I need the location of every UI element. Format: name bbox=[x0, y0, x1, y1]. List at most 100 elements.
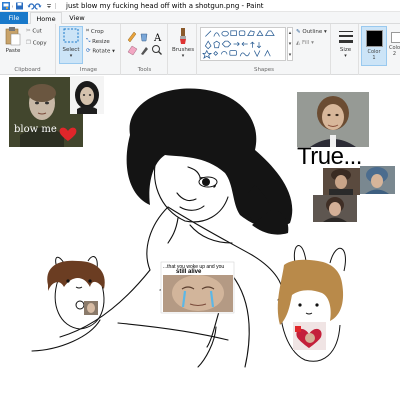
oval-shape-icon bbox=[221, 30, 229, 37]
select-button[interactable]: Select ▾ bbox=[59, 26, 83, 64]
right-triangle-shape-icon bbox=[264, 30, 275, 36]
resize-icon: ⤡ bbox=[86, 38, 91, 44]
small-photo-2 bbox=[360, 166, 395, 194]
small-photo-1 bbox=[323, 168, 360, 195]
window-title: just blow my fucking head off with a sho… bbox=[66, 2, 264, 10]
fill-dropdown[interactable]: ◭ Fill ▾ bbox=[296, 40, 314, 46]
arrow-up-shape-icon bbox=[250, 41, 255, 48]
clipboard-group-label: Clipboard bbox=[14, 67, 41, 73]
size-dropdown-icon[interactable]: ▾ bbox=[334, 53, 357, 59]
shapes-scroll[interactable]: ▴ ▾ ▾ bbox=[287, 27, 293, 61]
crop-button[interactable]: ⌗ Crop bbox=[86, 28, 104, 35]
brushes-button[interactable]: Brushes ▾ bbox=[171, 27, 195, 59]
copy-icon: ❐ bbox=[26, 40, 31, 46]
outline-icon: ✎ bbox=[296, 29, 301, 35]
color1-number: 1 bbox=[372, 55, 376, 61]
scissors-icon: ✂ bbox=[26, 28, 31, 34]
tab-view[interactable]: View bbox=[64, 12, 90, 24]
undo-icon[interactable] bbox=[27, 3, 35, 10]
arrow-right-shape-icon bbox=[233, 41, 240, 47]
color1-swatch bbox=[365, 30, 383, 47]
text-tool-icon[interactable]: A bbox=[153, 33, 162, 44]
tab-file[interactable]: File bbox=[0, 12, 28, 24]
rounded-rectangle-shape-icon bbox=[238, 30, 246, 36]
rotate-button[interactable]: ⟳ Rotate ▾ bbox=[86, 48, 115, 55]
clipboard-group: Paste ✂ Cut ❐ Copy Clipboard bbox=[0, 24, 56, 75]
quick-access-toolbar[interactable] bbox=[2, 2, 66, 10]
color2-swatch bbox=[391, 32, 400, 43]
tools-group-label: Tools bbox=[137, 67, 152, 73]
brush-icon bbox=[180, 28, 186, 44]
line-shape-icon bbox=[205, 30, 212, 37]
select-dropdown-icon[interactable]: ▾ bbox=[60, 53, 82, 59]
rotate-dropdown-icon[interactable]: ▾ bbox=[112, 49, 115, 55]
fill-label: Fill bbox=[301, 40, 310, 46]
customize-toolbar-icon[interactable] bbox=[47, 4, 51, 8]
menu-tabs: File Home View bbox=[0, 12, 400, 25]
lightning-shape-icon bbox=[253, 50, 261, 58]
rectangle-shape-icon bbox=[230, 30, 237, 36]
svg-text:A: A bbox=[153, 33, 162, 44]
canvas-drawing bbox=[9, 76, 395, 368]
bunny-face bbox=[298, 303, 319, 315]
resize-button[interactable]: ⤡ Resize bbox=[86, 38, 110, 45]
fill-bucket-icon[interactable] bbox=[140, 33, 148, 42]
save-icon[interactable] bbox=[16, 2, 23, 10]
tools-group: A Tools bbox=[122, 24, 168, 75]
crop-label: Crop bbox=[90, 29, 104, 35]
callout-shape-icon bbox=[220, 51, 228, 55]
small-photo-3 bbox=[313, 195, 357, 222]
outline-label: Outline bbox=[302, 29, 323, 35]
paste-button[interactable]: Paste bbox=[2, 26, 24, 54]
copy-label: Copy bbox=[32, 40, 47, 47]
eraser-icon[interactable] bbox=[127, 45, 138, 56]
fill-dropdown-icon: ▾ bbox=[311, 40, 314, 46]
heart-shape-icon bbox=[264, 49, 271, 57]
tools-grid: A bbox=[127, 31, 162, 56]
image-group-label: Image bbox=[79, 67, 98, 73]
outline-dropdown-icon: ▾ bbox=[324, 29, 327, 35]
four-point-star-icon bbox=[213, 50, 219, 56]
paste-label: Paste bbox=[5, 48, 21, 54]
magnifier-icon[interactable] bbox=[152, 45, 162, 55]
redo-icon[interactable] bbox=[34, 3, 42, 10]
hexagon-shape-icon bbox=[221, 40, 232, 48]
true-caption: True... bbox=[297, 143, 362, 170]
shapes-group: ▴ ▾ ▾ ✎ Outline ▾ ◭ Fill ▾ Shapes bbox=[198, 24, 331, 75]
select-icon bbox=[63, 28, 79, 43]
brushes-dropdown-icon[interactable]: ▾ bbox=[171, 53, 195, 59]
size-button[interactable]: Size ▾ bbox=[334, 29, 357, 59]
cat-tiny-photo bbox=[84, 301, 98, 315]
bunny-heart-photo bbox=[293, 322, 326, 350]
size-group: Size ▾ bbox=[332, 24, 359, 75]
title-bar: just blow my fucking head off with a sho… bbox=[0, 0, 400, 12]
paste-icon bbox=[5, 27, 21, 46]
rotate-icon: ⟳ bbox=[86, 48, 91, 54]
blow-me-caption: blow me bbox=[14, 124, 57, 135]
pentagon-shape-icon bbox=[213, 40, 220, 49]
portrait-photo-right bbox=[297, 92, 369, 147]
shapes-group-label: Shapes bbox=[253, 67, 275, 73]
crop-icon: ⌗ bbox=[86, 28, 90, 34]
color-picker-icon[interactable] bbox=[141, 47, 148, 55]
triangle-shape-icon bbox=[256, 30, 264, 36]
sketch-eye bbox=[198, 176, 218, 188]
sketch-hair bbox=[126, 88, 293, 235]
resize-label: Resize bbox=[92, 39, 110, 45]
color2-button[interactable]: Colo 2 bbox=[389, 26, 400, 66]
shapes-gallery[interactable] bbox=[200, 27, 286, 61]
image-group: Select ▾ ⌗ Crop ⤡ Resize ⟳ Rotate ▾ Imag… bbox=[57, 24, 121, 75]
cut-button[interactable]: ✂ Cut bbox=[26, 28, 42, 35]
speech-bubble-icon bbox=[229, 50, 237, 56]
color1-button[interactable]: Color 1 bbox=[361, 26, 387, 66]
cloud-shape-icon bbox=[239, 52, 250, 57]
arrow-down-shape-icon bbox=[256, 42, 262, 49]
paint-app-icon bbox=[2, 2, 10, 10]
curve-shape-icon bbox=[213, 32, 220, 37]
copy-button[interactable]: ❐ Copy bbox=[26, 40, 47, 47]
brushes-group: Brushes ▾ bbox=[169, 24, 197, 75]
drawing-canvas[interactable]: blow me True... ...that you woke up and … bbox=[0, 75, 400, 400]
diamond-shape-icon bbox=[204, 40, 212, 50]
outline-dropdown[interactable]: ✎ Outline ▾ bbox=[296, 29, 327, 35]
pencil-icon[interactable] bbox=[127, 31, 137, 43]
